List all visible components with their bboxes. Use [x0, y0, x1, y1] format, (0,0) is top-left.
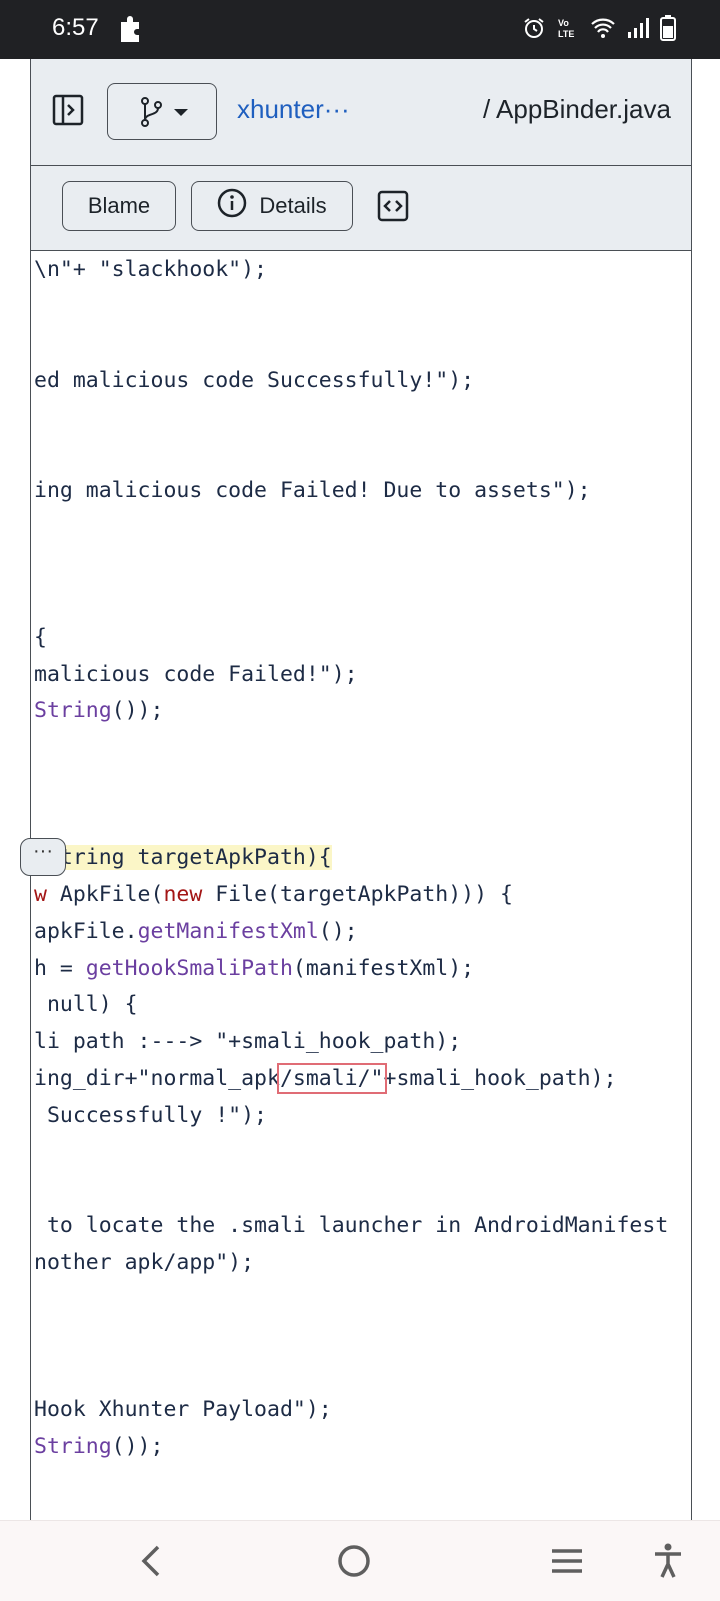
puzzle-icon	[118, 14, 144, 44]
code-line: ing_dir+"normal_apk/smali/"+smali_hook_p…	[34, 1063, 617, 1094]
code-line: w ApkFile(new File(targetApkPath))) {	[34, 882, 513, 907]
repo-link[interactable]: xhunter···	[237, 94, 350, 125]
info-icon	[217, 188, 247, 224]
status-time: 6:57	[52, 14, 99, 41]
volte-icon: Vo LTE	[556, 16, 580, 45]
code-view-icon[interactable]	[377, 190, 409, 227]
code-line: li path :---> "+smali_hook_path);	[34, 1029, 462, 1054]
code-line: Hook Xhunter Payload");	[34, 1397, 332, 1422]
battery-icon	[660, 15, 676, 46]
code-line: null) {	[34, 992, 138, 1017]
file-header: xhunter··· / AppBinder.java	[31, 59, 691, 166]
blame-label: Blame	[87, 193, 151, 218]
code-line: malicious code Failed!");	[34, 662, 358, 687]
code-view: \n"+ "slackhook"); ed malicious code Suc…	[34, 250, 668, 1459]
code-line: String());	[34, 698, 164, 723]
navigation-bar	[0, 1520, 720, 1601]
home-icon[interactable]	[336, 1543, 372, 1584]
svg-text:LTE: LTE	[558, 29, 574, 39]
highlighted-text: /smali/"	[276, 1063, 387, 1094]
details-button[interactable]: Details	[191, 181, 353, 231]
code-line: \n"+ "slackhook");	[34, 257, 267, 282]
file-path: / AppBinder.java	[483, 94, 671, 124]
code-line: Successfully !");	[34, 1103, 267, 1128]
code-line: ing malicious code Failed! Due to assets…	[34, 478, 591, 503]
file-viewer: xhunter··· / AppBinder.java Blame Detail…	[30, 59, 692, 1520]
signal-icon	[626, 16, 650, 45]
code-line: nother apk/app");	[34, 1250, 255, 1275]
svg-text:Vo: Vo	[558, 18, 569, 28]
file-toolbar: Blame Details	[31, 166, 691, 251]
branch-selector-button[interactable]	[107, 83, 217, 140]
recents-icon[interactable]	[550, 1543, 584, 1584]
sidebar-toggle-icon[interactable]	[51, 93, 85, 127]
code-line: String());	[34, 1434, 164, 1459]
details-label: Details	[259, 193, 327, 218]
wifi-icon	[590, 16, 616, 45]
git-branch-icon	[141, 97, 188, 127]
alarm-icon	[522, 16, 546, 45]
code-line: to locate the .smali launcher in Android…	[34, 1213, 669, 1238]
code-line: apkFile.getManifestXml();	[34, 919, 358, 944]
code-line: h = getHookSmaliPath(manifestXml);	[34, 956, 475, 981]
code-line: ed malicious code Successfully!");	[34, 368, 475, 393]
accessibility-icon[interactable]	[653, 1543, 683, 1584]
back-icon[interactable]	[138, 1543, 164, 1584]
line-options-button[interactable]: ···	[20, 838, 66, 876]
code-line: (String targetApkPath){	[34, 845, 332, 870]
status-bar: 6:57 Vo LTE	[0, 0, 720, 59]
code-line: {	[34, 625, 47, 650]
blame-button[interactable]: Blame	[62, 181, 176, 231]
